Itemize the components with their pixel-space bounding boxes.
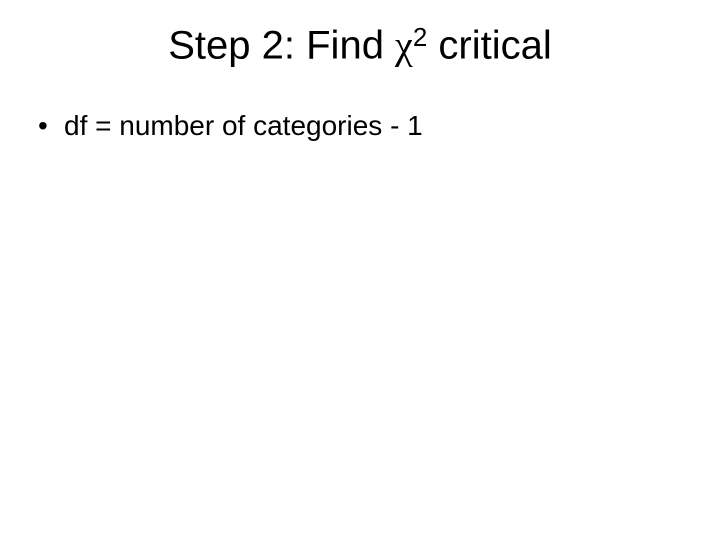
title-pre: Step 2: Find bbox=[168, 23, 395, 67]
bullet-list: df = number of categories - 1 bbox=[30, 108, 690, 143]
list-item: df = number of categories - 1 bbox=[30, 108, 690, 143]
chi-symbol: χ bbox=[395, 22, 413, 67]
slide: Step 2: Find χ2 critical df = number of … bbox=[0, 0, 720, 540]
chi-superscript: 2 bbox=[413, 22, 427, 52]
slide-title: Step 2: Find χ2 critical bbox=[0, 20, 720, 69]
title-post: critical bbox=[427, 23, 551, 67]
slide-body: df = number of categories - 1 bbox=[30, 108, 690, 143]
